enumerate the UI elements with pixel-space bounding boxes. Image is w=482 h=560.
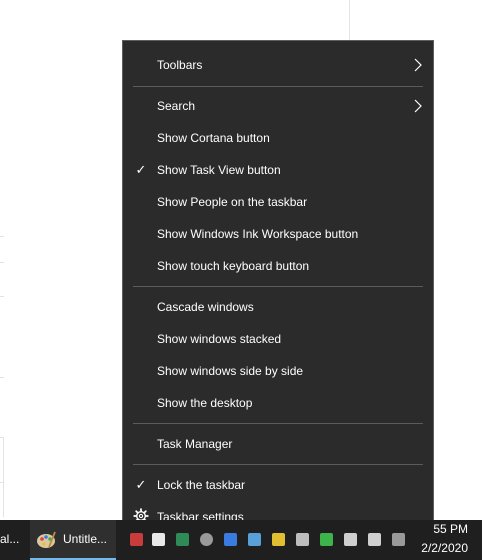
background-divider xyxy=(349,0,350,40)
checkmark-icon: ✓ xyxy=(135,477,147,492)
background-window xyxy=(0,0,8,520)
checkmark-icon: ✓ xyxy=(135,162,147,177)
taskbar-app-button[interactable]: al... xyxy=(0,520,28,560)
paint-icon xyxy=(37,531,56,548)
background-divider xyxy=(0,377,4,378)
network-icon[interactable] xyxy=(344,533,357,546)
menu-item-label: Show touch keyboard button xyxy=(157,259,310,273)
mail-icon[interactable] xyxy=(152,533,165,546)
taskbar-clock[interactable]: 55 PM 2/2/2020 xyxy=(408,520,468,560)
taskbar-app-button-paint[interactable]: Untitle... xyxy=(30,520,116,560)
sync-icon[interactable] xyxy=(320,533,333,546)
menu-item-label: Show the desktop xyxy=(157,396,253,410)
menu-item-label: Show windows side by side xyxy=(157,364,304,378)
excel-icon[interactable] xyxy=(176,533,189,546)
taskbar: al... Untitle... 55 PM 2/2/2020 xyxy=(0,520,482,560)
menu-item-label: Show windows stacked xyxy=(157,332,282,346)
taskbar-app-label: Untitle... xyxy=(63,532,108,546)
background-divider xyxy=(0,296,4,297)
menu-item-show-windows-side-by-side[interactable]: Show windows side by side xyxy=(123,357,433,385)
menu-item-show-desktop[interactable]: Show the desktop xyxy=(123,389,433,417)
background-divider xyxy=(0,262,4,263)
menu-item-toolbars[interactable]: Toolbars xyxy=(123,51,433,79)
cloud-icon[interactable] xyxy=(224,533,237,546)
menu-item-lock-taskbar[interactable]: ✓ Lock the taskbar xyxy=(123,471,433,499)
disk-icon[interactable] xyxy=(200,533,213,546)
tray-app-icon[interactable] xyxy=(130,533,143,546)
menu-item-label: Show Cortana button xyxy=(157,131,270,145)
background-divider xyxy=(0,236,4,237)
menu-item-label: Show Windows Ink Workspace button xyxy=(157,227,359,241)
menu-item-label: Cascade windows xyxy=(157,300,254,314)
speaker-icon[interactable] xyxy=(368,533,381,546)
background-divider xyxy=(3,437,4,517)
warning-icon[interactable] xyxy=(272,533,285,546)
clock-time: 55 PM xyxy=(433,522,468,536)
menu-item-cascade-windows[interactable]: Cascade windows xyxy=(123,293,433,321)
menu-separator xyxy=(133,423,423,424)
chevron-right-icon xyxy=(414,99,422,113)
chevron-right-icon xyxy=(414,58,422,72)
menu-separator xyxy=(133,286,423,287)
menu-item-label: Lock the taskbar xyxy=(157,478,246,492)
menu-item-label: Show People on the taskbar xyxy=(157,195,308,209)
menu-item-label: Task Manager xyxy=(157,437,233,451)
menu-item-show-people[interactable]: Show People on the taskbar xyxy=(123,188,433,216)
menu-item-label: Toolbars xyxy=(157,58,203,72)
menu-item-task-manager[interactable]: Task Manager xyxy=(123,430,433,458)
menu-item-show-touch-keyboard[interactable]: Show touch keyboard button xyxy=(123,252,433,280)
usb-icon[interactable] xyxy=(296,533,309,546)
menu-item-show-windows-ink[interactable]: Show Windows Ink Workspace button xyxy=(123,220,433,248)
taskbar-app-label: al... xyxy=(0,532,20,546)
menu-item-show-cortana-button[interactable]: Show Cortana button xyxy=(123,124,433,152)
menu-separator xyxy=(133,464,423,465)
chevron-icon[interactable] xyxy=(392,533,405,546)
menu-item-search[interactable]: Search xyxy=(123,92,433,120)
menu-item-label: Show Task View button xyxy=(157,163,281,177)
menu-item-show-task-view-button[interactable]: ✓ Show Task View button xyxy=(123,156,433,184)
folder-icon[interactable] xyxy=(248,533,261,546)
taskbar-context-menu: Toolbars Search Show Cortana button ✓ Sh… xyxy=(122,40,434,540)
menu-item-label: Search xyxy=(157,99,196,113)
menu-separator xyxy=(133,86,423,87)
menu-item-show-windows-stacked[interactable]: Show windows stacked xyxy=(123,325,433,353)
clock-date: 2/2/2020 xyxy=(421,541,468,555)
